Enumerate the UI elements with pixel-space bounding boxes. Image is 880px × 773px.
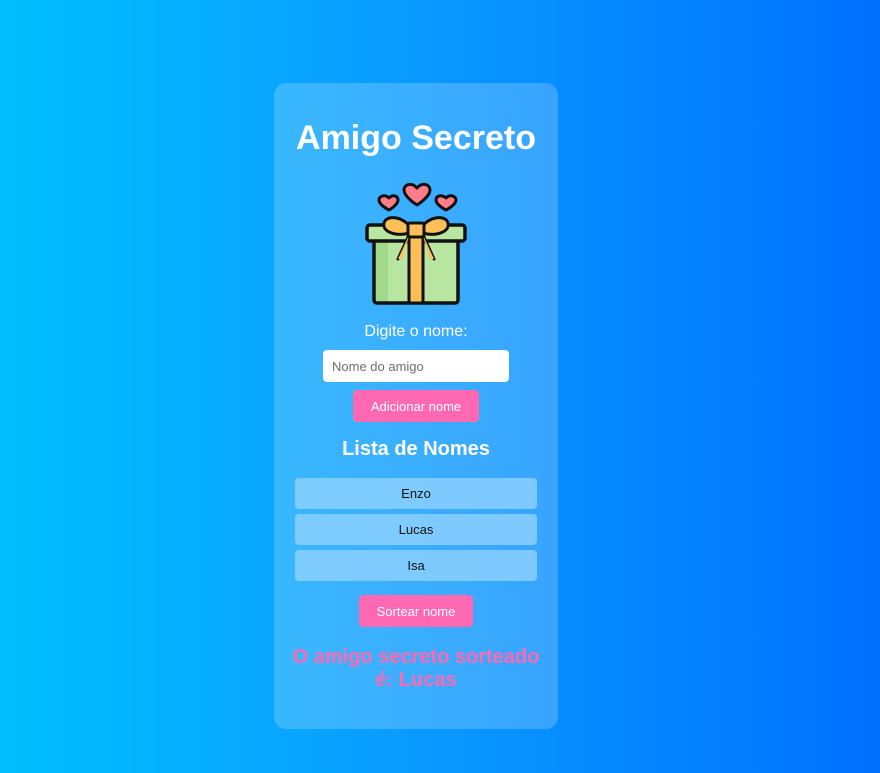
gift-with-hearts-icon xyxy=(365,182,467,305)
list-item: Isa xyxy=(295,550,537,581)
name-list: Enzo Lucas Isa xyxy=(295,478,537,586)
name-prompt-label: Digite o nome: xyxy=(364,323,468,340)
list-item: Lucas xyxy=(295,514,537,545)
main-card: Amigo Secreto Digite o nome: Adicionar n… xyxy=(274,83,558,729)
list-item: Enzo xyxy=(295,478,537,509)
draw-name-button[interactable]: Sortear nome xyxy=(359,595,473,627)
add-name-button[interactable]: Adicionar nome xyxy=(353,390,479,422)
draw-result-text: O amigo secreto sorteado é: Lucas xyxy=(292,646,540,691)
friend-name-input[interactable] xyxy=(323,350,509,382)
page-title: Amigo Secreto xyxy=(296,119,536,157)
name-list-heading: Lista de Nomes xyxy=(342,438,490,460)
